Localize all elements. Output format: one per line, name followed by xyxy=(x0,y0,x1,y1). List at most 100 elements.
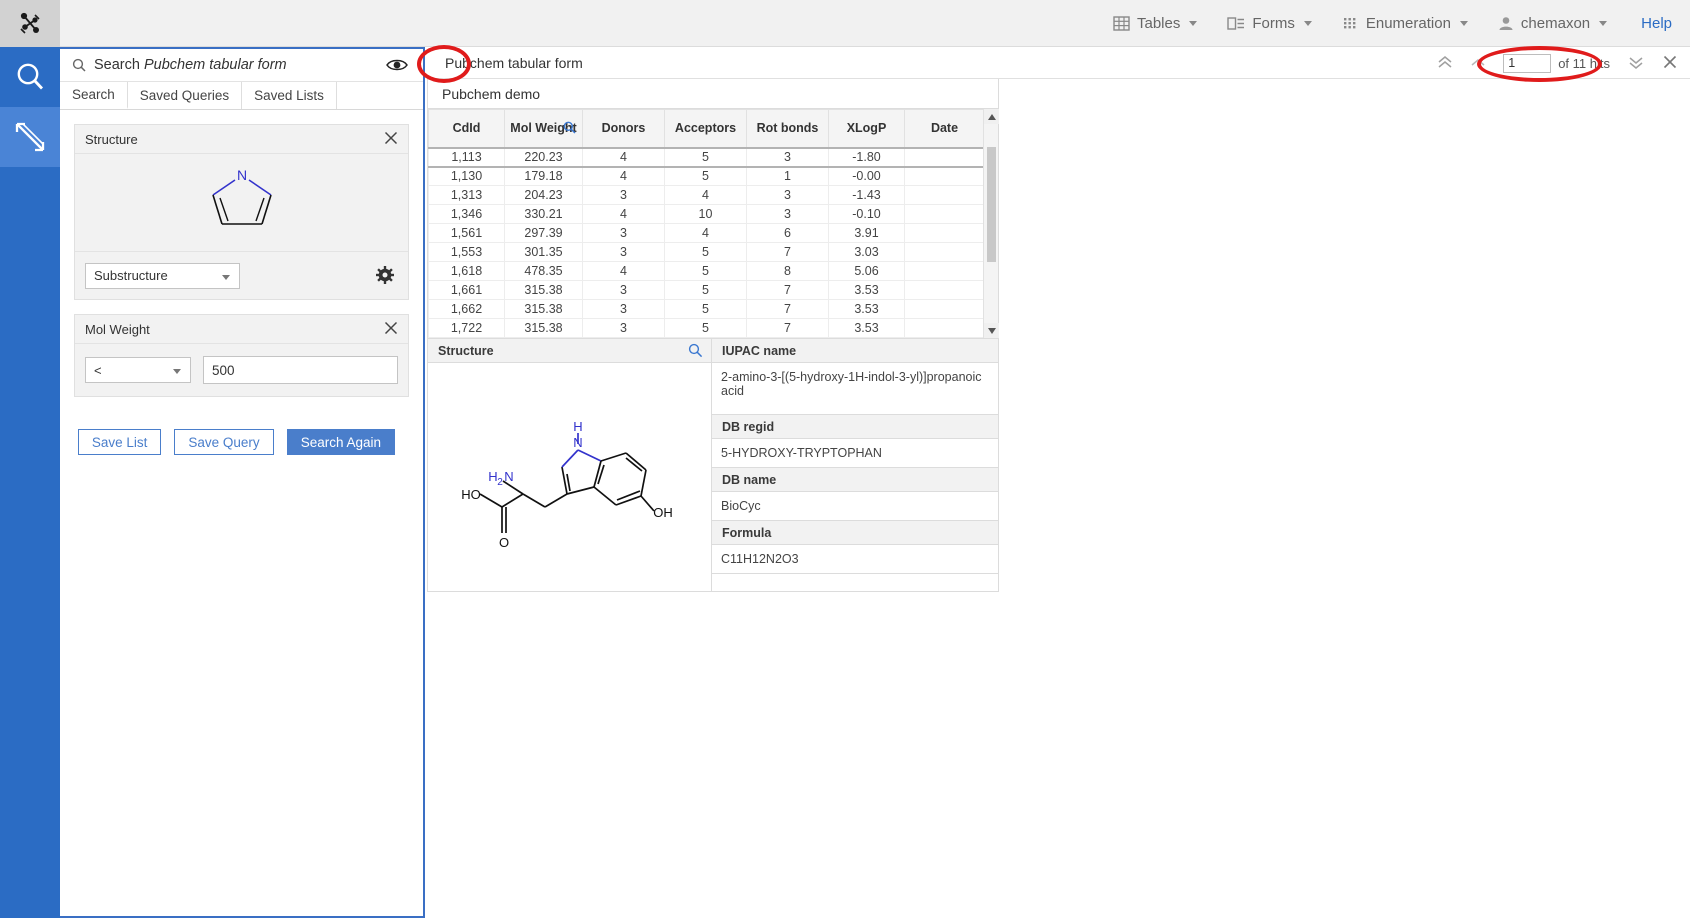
table-cell-xlp[interactable]: 3.91 xyxy=(829,224,905,243)
table-cell-cdid[interactable]: 1,662 xyxy=(429,300,505,319)
table-row[interactable]: 1,722315.383573.53 xyxy=(429,319,985,338)
molweight-value-input[interactable] xyxy=(203,356,398,384)
table-cell-cdid[interactable]: 1,313 xyxy=(429,186,505,205)
table-cell-mw[interactable]: 220.23 xyxy=(505,148,583,167)
table-row[interactable]: 1,113220.23453-1.80 xyxy=(429,148,985,167)
column-header-date[interactable]: Date xyxy=(905,110,985,148)
table-cell-acc[interactable]: 5 xyxy=(665,300,747,319)
table-cell-date[interactable] xyxy=(905,300,985,319)
detail-field-value[interactable]: BioCyc xyxy=(712,492,998,521)
detail-field-value[interactable]: 2-amino-3-[(5-hydroxy-1H-indol-3-yl)]pro… xyxy=(712,363,998,415)
table-cell-rot[interactable]: 3 xyxy=(747,186,829,205)
molweight-operator-select[interactable]: < xyxy=(85,357,191,383)
column-header-acceptors[interactable]: Acceptors xyxy=(665,110,747,148)
table-cell-rot[interactable]: 7 xyxy=(747,243,829,262)
table-cell-don[interactable]: 3 xyxy=(583,281,665,300)
table-cell-cdid[interactable]: 1,113 xyxy=(429,148,505,167)
table-row[interactable]: 1,346330.214103-0.10 xyxy=(429,205,985,224)
tab-saved-lists[interactable]: Saved Lists xyxy=(242,82,337,109)
table-cell-acc[interactable]: 5 xyxy=(665,281,747,300)
table-cell-mw[interactable]: 301.35 xyxy=(505,243,583,262)
nav-item-help[interactable]: Help xyxy=(1641,15,1672,32)
table-cell-cdid[interactable]: 1,346 xyxy=(429,205,505,224)
table-cell-date[interactable] xyxy=(905,205,985,224)
tab-saved-queries[interactable]: Saved Queries xyxy=(128,82,242,109)
nav-item-user[interactable]: chemaxon xyxy=(1498,15,1607,32)
table-cell-don[interactable]: 4 xyxy=(583,167,665,186)
table-row[interactable]: 1,661315.383573.53 xyxy=(429,281,985,300)
table-cell-acc[interactable]: 5 xyxy=(665,262,747,281)
table-cell-xlp[interactable]: 3.03 xyxy=(829,243,905,262)
table-row[interactable]: 1,130179.18451-0.00 xyxy=(429,167,985,186)
table-cell-don[interactable]: 3 xyxy=(583,300,665,319)
table-cell-cdid[interactable]: 1,722 xyxy=(429,319,505,338)
table-cell-rot[interactable]: 7 xyxy=(747,319,829,338)
table-cell-date[interactable] xyxy=(905,224,985,243)
table-cell-cdid[interactable]: 1,553 xyxy=(429,243,505,262)
table-row[interactable]: 1,553301.353573.03 xyxy=(429,243,985,262)
molweight-card-close-button[interactable] xyxy=(383,320,401,338)
detail-field-value[interactable]: 5-HYDROXY-TRYPTOPHAN xyxy=(712,439,998,468)
table-cell-mw[interactable]: 297.39 xyxy=(505,224,583,243)
table-cell-mw[interactable]: 315.38 xyxy=(505,281,583,300)
table-cell-xlp[interactable]: -1.43 xyxy=(829,186,905,205)
table-cell-mw[interactable]: 179.18 xyxy=(505,167,583,186)
rail-button-search[interactable] xyxy=(0,47,60,107)
table-cell-don[interactable]: 4 xyxy=(583,205,665,224)
table-cell-don[interactable]: 3 xyxy=(583,224,665,243)
table-cell-acc[interactable]: 4 xyxy=(665,224,747,243)
table-cell-don[interactable]: 4 xyxy=(583,262,665,281)
table-cell-rot[interactable]: 7 xyxy=(747,300,829,319)
rail-button-convert[interactable] xyxy=(0,107,60,167)
close-form-button[interactable] xyxy=(1662,54,1678,73)
table-cell-mw[interactable]: 315.38 xyxy=(505,300,583,319)
table-cell-xlp[interactable]: 5.06 xyxy=(829,262,905,281)
table-cell-rot[interactable]: 1 xyxy=(747,167,829,186)
table-cell-acc[interactable]: 5 xyxy=(665,243,747,262)
table-cell-date[interactable] xyxy=(905,281,985,300)
table-cell-mw[interactable]: 330.21 xyxy=(505,205,583,224)
table-cell-don[interactable]: 4 xyxy=(583,148,665,167)
table-row[interactable]: 1,662315.383573.53 xyxy=(429,300,985,319)
detail-structure-image[interactable]: N H H 2 N HO O OH xyxy=(428,363,711,591)
nav-item-tables[interactable]: Tables xyxy=(1113,15,1197,32)
tab-search[interactable]: Search xyxy=(60,82,128,109)
table-cell-cdid[interactable]: 1,130 xyxy=(429,167,505,186)
nav-item-enumeration[interactable]: Enumeration xyxy=(1342,15,1468,32)
toggle-visibility-button[interactable] xyxy=(385,55,409,77)
table-cell-date[interactable] xyxy=(905,186,985,205)
scroll-up-button[interactable] xyxy=(984,109,999,124)
table-cell-xlp[interactable]: -0.00 xyxy=(829,167,905,186)
table-cell-rot[interactable]: 3 xyxy=(747,148,829,167)
column-header-mol-weight[interactable]: Mol Weight xyxy=(505,110,583,148)
table-cell-acc[interactable]: 10 xyxy=(665,205,747,224)
table-cell-date[interactable] xyxy=(905,243,985,262)
column-header-donors[interactable]: Donors xyxy=(583,110,665,148)
table-cell-rot[interactable]: 8 xyxy=(747,262,829,281)
column-header-rot-bonds[interactable]: Rot bonds xyxy=(747,110,829,148)
structure-zoom-button[interactable] xyxy=(688,343,703,361)
table-cell-xlp[interactable]: 3.53 xyxy=(829,300,905,319)
save-list-button[interactable]: Save List xyxy=(78,429,162,455)
collapse-button[interactable] xyxy=(1471,55,1485,71)
table-cell-rot[interactable]: 3 xyxy=(747,205,829,224)
table-cell-cdid[interactable]: 1,561 xyxy=(429,224,505,243)
table-cell-xlp[interactable]: 3.53 xyxy=(829,319,905,338)
table-cell-cdid[interactable]: 1,661 xyxy=(429,281,505,300)
scrollbar-thumb[interactable] xyxy=(987,147,996,262)
table-cell-acc[interactable]: 4 xyxy=(665,186,747,205)
expand-button[interactable] xyxy=(1628,55,1644,72)
table-cell-mw[interactable]: 204.23 xyxy=(505,186,583,205)
table-cell-date[interactable] xyxy=(905,167,985,186)
table-cell-date[interactable] xyxy=(905,148,985,167)
app-logo[interactable] xyxy=(0,0,60,47)
nav-item-forms[interactable]: Forms xyxy=(1227,15,1312,32)
table-cell-xlp[interactable]: -1.80 xyxy=(829,148,905,167)
table-cell-acc[interactable]: 5 xyxy=(665,167,747,186)
column-header-cdid[interactable]: CdId xyxy=(429,110,505,148)
search-again-button[interactable]: Search Again xyxy=(287,429,395,455)
scroll-down-button[interactable] xyxy=(984,323,999,338)
table-cell-don[interactable]: 3 xyxy=(583,186,665,205)
table-cell-mw[interactable]: 315.38 xyxy=(505,319,583,338)
table-cell-acc[interactable]: 5 xyxy=(665,148,747,167)
